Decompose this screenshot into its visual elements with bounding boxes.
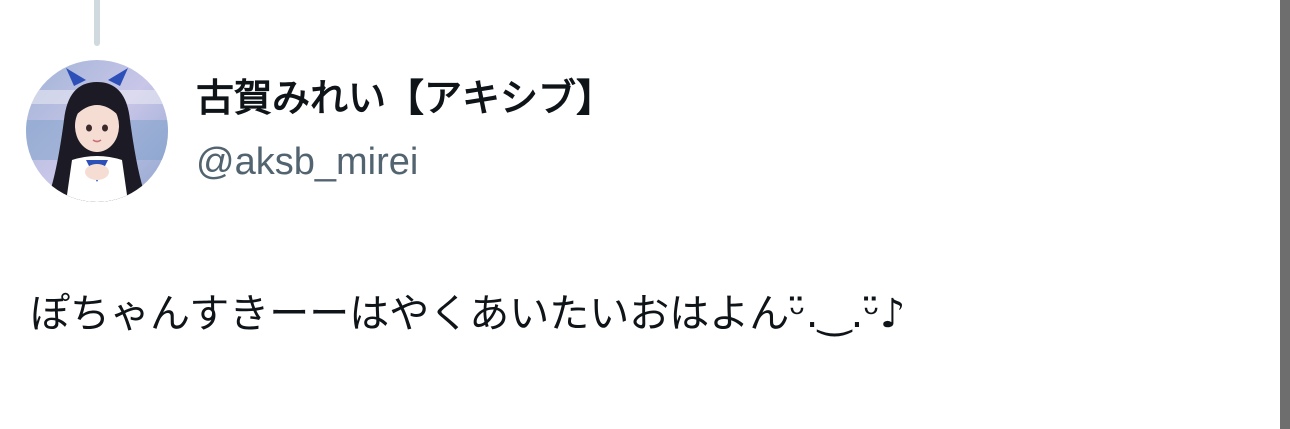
tweet-author: 古賀みれい【アキシブ】 @aksb_mirei [196,74,614,184]
tweet-text: ぽちゃんすきーーはやくあいたいおはよんᵕ̈.‿.ᵕ̈♪ [30,291,906,337]
author-handle[interactable]: @aksb_mirei [196,140,614,184]
avatar[interactable] [26,60,168,202]
avatar-image [26,60,168,202]
scrollbar-edge [1280,0,1290,429]
thread-connector-line [94,0,100,46]
author-display-name[interactable]: 古賀みれい【アキシブ】 [196,74,614,122]
